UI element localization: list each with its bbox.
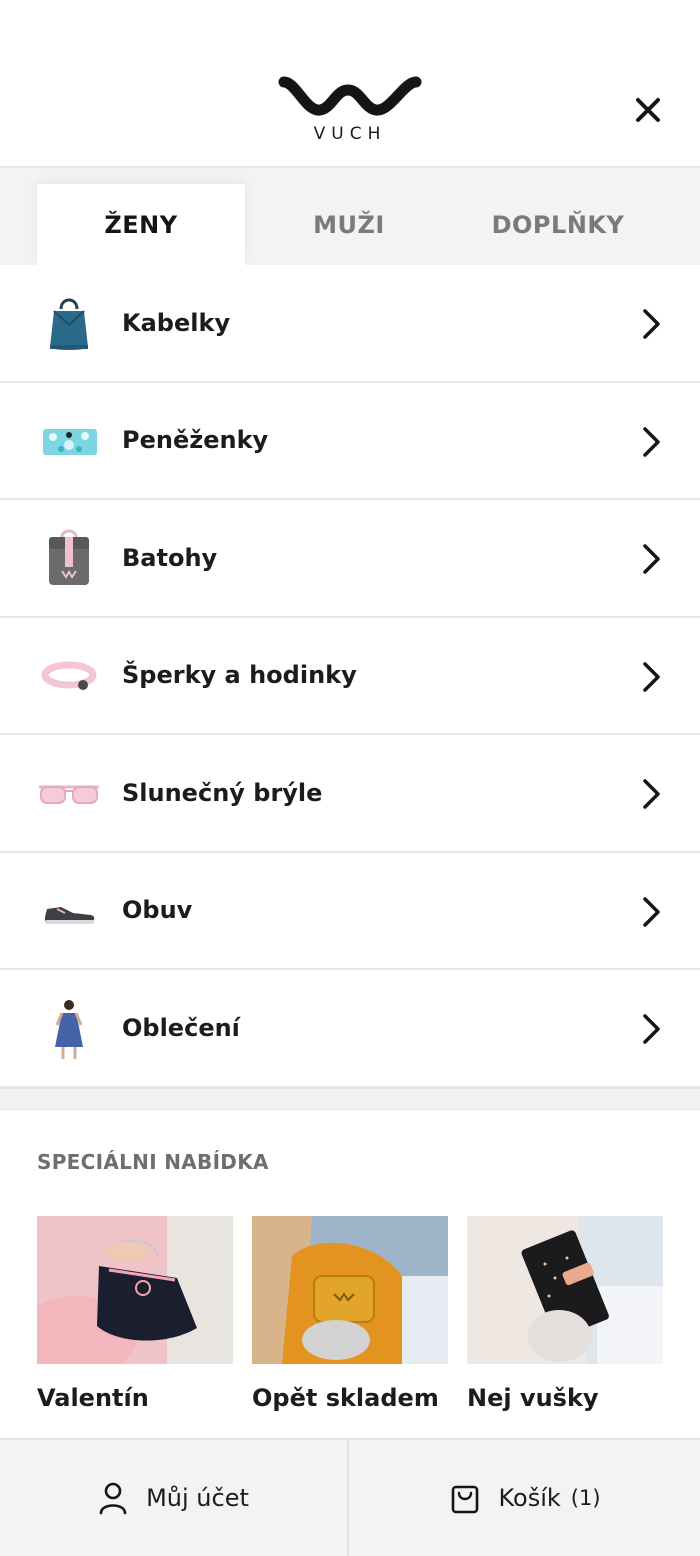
user-icon bbox=[99, 1482, 127, 1515]
shopping-bag-icon bbox=[452, 1485, 479, 1514]
offer-image-opet-skladem bbox=[252, 1216, 448, 1364]
close-button[interactable] bbox=[626, 88, 670, 132]
cart-label: Košík bbox=[498, 1484, 561, 1512]
offer-label: Opět skladem bbox=[252, 1384, 439, 1412]
wallet-thumbnail bbox=[36, 409, 102, 475]
category-item-obuv[interactable]: Obuv bbox=[0, 852, 700, 970]
tab-muzi[interactable]: MUŽI bbox=[245, 184, 453, 265]
backpack-thumbnail bbox=[36, 526, 102, 592]
close-icon bbox=[636, 98, 660, 122]
offer-label: Nej vušky bbox=[467, 1384, 599, 1412]
tab-doplnky[interactable]: DOPLŇKY bbox=[453, 184, 663, 265]
category-item-batohy[interactable]: Batohy bbox=[0, 500, 700, 618]
cart-button[interactable]: Košík (1) bbox=[351, 1440, 700, 1556]
chevron-right-icon bbox=[643, 1014, 660, 1044]
category-item-kabelky[interactable]: Kabelky bbox=[0, 265, 700, 383]
tab-zeny[interactable]: ŽENY bbox=[37, 184, 245, 265]
offer-label: Valentín bbox=[37, 1384, 149, 1412]
sneaker-thumbnail bbox=[36, 879, 102, 945]
category-label: Šperky a hodinky bbox=[122, 661, 357, 690]
category-item-obleceni[interactable]: Oblečení bbox=[0, 970, 700, 1088]
bottom-bar: Můj účet Košík (1) bbox=[0, 1438, 700, 1556]
category-label: Oblečení bbox=[122, 1013, 240, 1042]
handbag-thumbnail bbox=[36, 291, 102, 357]
category-label: Slunečný brýle bbox=[122, 778, 323, 807]
category-item-sperky[interactable]: Šperky a hodinky bbox=[0, 617, 700, 735]
cart-count-badge: (1) bbox=[570, 1486, 601, 1510]
vuch-logo[interactable]: VUCH bbox=[278, 74, 422, 146]
chevron-right-icon bbox=[643, 661, 660, 692]
category-label: Peněženky bbox=[122, 426, 269, 455]
vuch-logo-mark bbox=[278, 76, 422, 116]
category-label: Kabelky bbox=[122, 308, 231, 337]
bracelet-thumbnail bbox=[36, 644, 102, 710]
my-account-button[interactable]: Můj účet bbox=[0, 1440, 349, 1556]
chevron-right-icon bbox=[643, 896, 660, 927]
chevron-right-icon bbox=[643, 309, 660, 339]
special-offer-title: SPECIÁLNI NABÍDKA bbox=[37, 1150, 269, 1174]
my-account-label: Můj účet bbox=[146, 1484, 249, 1512]
gender-tabs: ŽENY MUŽI DOPLŇKY bbox=[0, 168, 700, 265]
category-list: Kabelky Peněženky Batohy Šperky a hodink… bbox=[0, 265, 700, 1088]
chevron-right-icon bbox=[643, 779, 660, 809]
category-label: Batohy bbox=[122, 543, 218, 572]
offer-valentin[interactable]: Valentín bbox=[37, 1216, 233, 1412]
header: VUCH bbox=[0, 0, 700, 168]
chevron-right-icon bbox=[643, 426, 660, 457]
brand-name: VUCH bbox=[313, 124, 387, 144]
category-item-bryle[interactable]: Slunečný brýle bbox=[0, 735, 700, 853]
dress-thumbnail bbox=[36, 996, 102, 1062]
offer-nej-vusky[interactable]: Nej vušky bbox=[467, 1216, 663, 1412]
offer-image-nej-vusky bbox=[467, 1216, 663, 1364]
category-label: Obuv bbox=[122, 896, 193, 925]
section-divider bbox=[0, 1088, 700, 1110]
offer-opet-skladem[interactable]: Opět skladem bbox=[252, 1216, 448, 1412]
sunglasses-thumbnail bbox=[36, 761, 102, 827]
category-item-penezenky[interactable]: Peněženky bbox=[0, 382, 700, 500]
special-offer-section: SPECIÁLNI NABÍDKA Valentín Opět skladem bbox=[0, 1110, 700, 1440]
offer-image-valentin bbox=[37, 1216, 233, 1364]
chevron-right-icon bbox=[643, 544, 660, 574]
